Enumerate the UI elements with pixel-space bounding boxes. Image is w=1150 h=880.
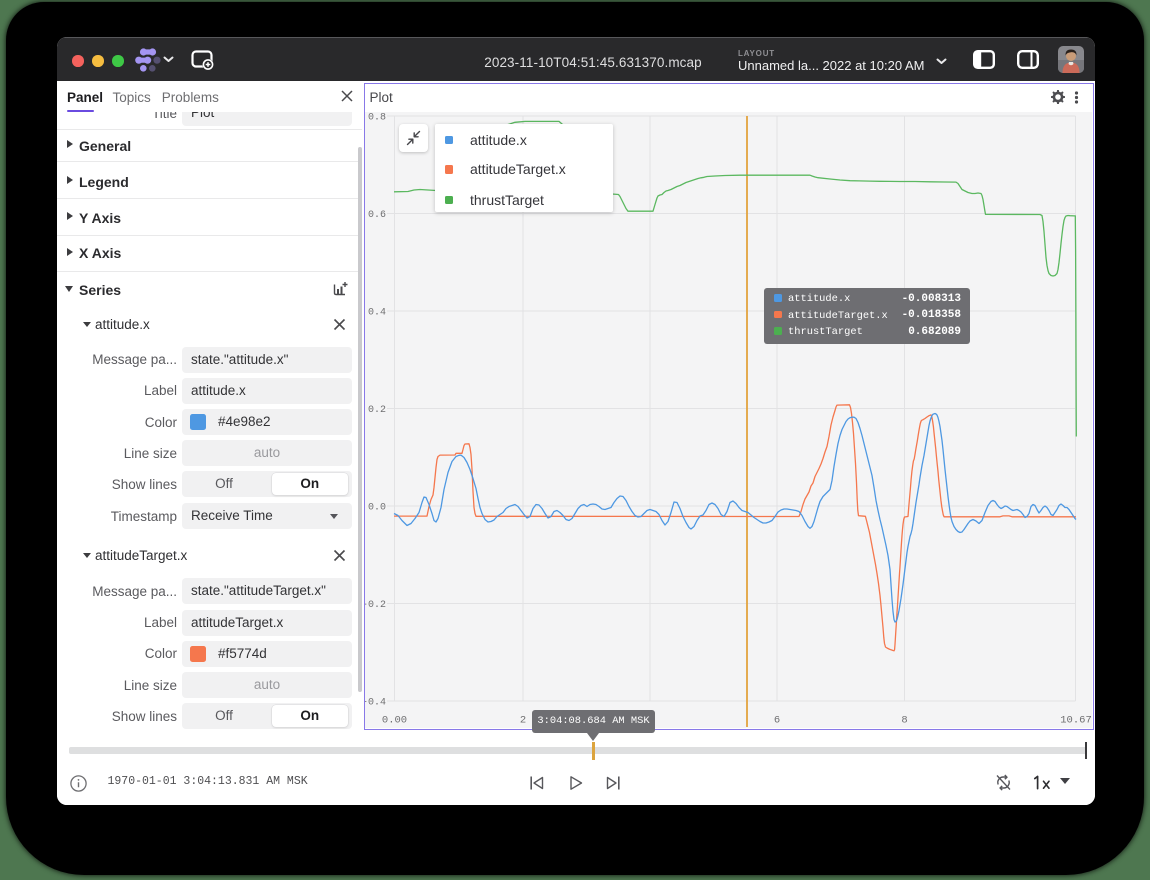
svg-text:0.00: 0.00: [381, 715, 406, 727]
svg-text:-0.2: -0.2: [365, 600, 386, 611]
svg-text:-0.4: -0.4: [365, 698, 386, 709]
svg-text:0.4: 0.4: [367, 308, 385, 319]
svg-text:6: 6: [773, 715, 779, 727]
svg-text:0.6: 0.6: [367, 210, 385, 221]
svg-text:10.67: 10.67: [1060, 715, 1092, 727]
svg-text:0.2: 0.2: [367, 405, 385, 416]
svg-text:0.0: 0.0: [367, 503, 385, 514]
svg-text:0.8: 0.8: [367, 113, 385, 124]
svg-text:2: 2: [519, 715, 525, 727]
svg-text:8: 8: [901, 715, 907, 727]
